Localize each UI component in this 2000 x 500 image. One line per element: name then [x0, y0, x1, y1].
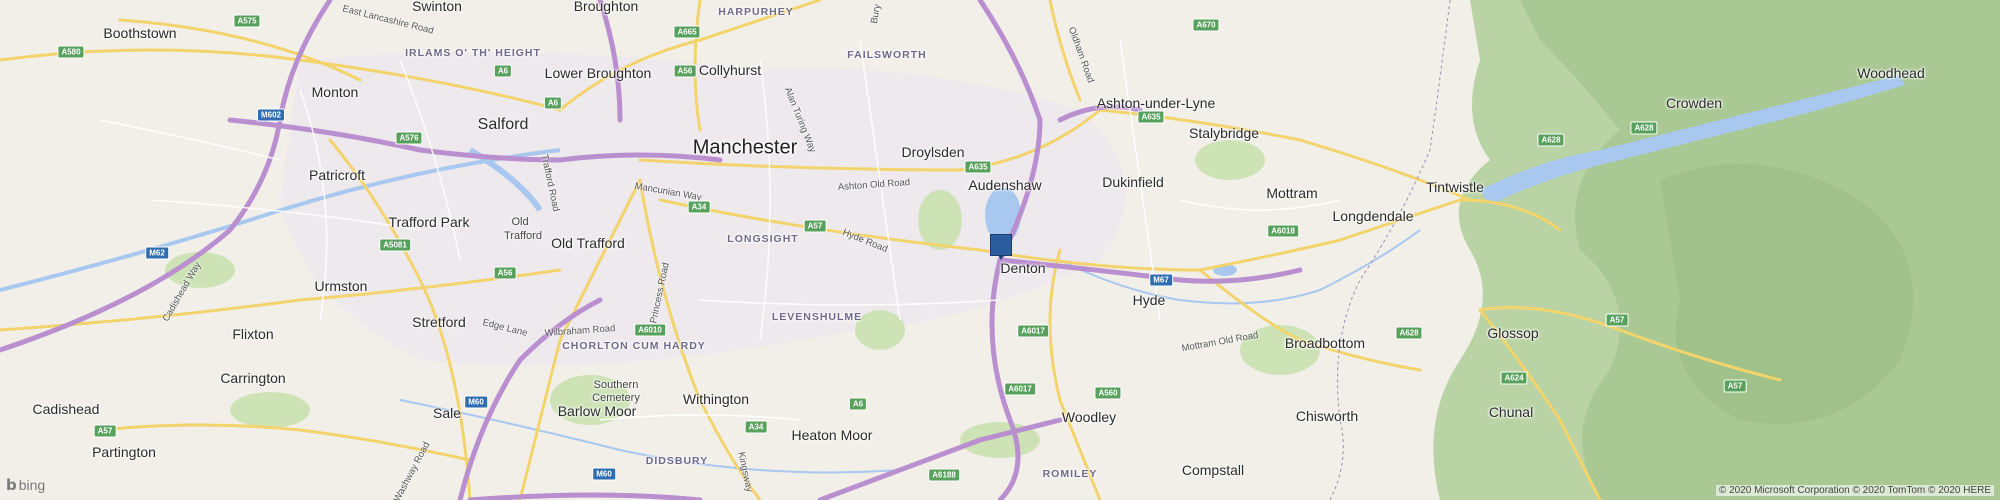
bing-logo[interactable]: b bing: [6, 476, 45, 494]
bing-logo-icon: b: [6, 476, 17, 494]
road-shield-a6-south: A6: [848, 397, 868, 411]
road-shield-a5081: A5081: [379, 238, 411, 252]
road-shield-a57-east: A57: [1723, 379, 1747, 393]
road-shield-a628-west: A628: [1537, 133, 1565, 147]
road-shield-a576: A576: [395, 131, 423, 145]
road-shield-a560: A560: [1094, 386, 1122, 400]
road-shield-a665: A665: [673, 25, 701, 39]
road-shield-a57-glossop: A57: [1605, 313, 1629, 327]
road-shield-a6-north: A6: [493, 64, 513, 78]
road-shield-a6188: A6188: [928, 468, 960, 482]
road-shield-a635-east: A635: [1137, 110, 1165, 124]
location-pin-denton[interactable]: [990, 234, 1012, 260]
road-shield-m60-south: M60: [592, 467, 616, 481]
road-shield-m602: M602: [256, 108, 286, 122]
road-shield-a670: A670: [1192, 18, 1220, 32]
road-shield-a34-city: A34: [687, 200, 711, 214]
road-shield-m60-west: M60: [464, 395, 488, 409]
road-shield-a628-east: A628: [1630, 121, 1658, 135]
map-copyright: © 2020 Microsoft Corporation © 2020 TomT…: [1715, 485, 1994, 496]
road-shield-a635: A635: [964, 160, 992, 174]
road-shield-a580: A580: [57, 45, 85, 59]
road-shield-a6-salford: A6: [543, 96, 563, 110]
road-shield-m62: M62: [145, 246, 169, 260]
road-shield-a6018: A6018: [1267, 224, 1299, 238]
road-shield-a624: A624: [1500, 371, 1528, 385]
road-shield-a575: A575: [233, 14, 261, 28]
road-shield-a56: A56: [493, 266, 517, 280]
road-shield-a6017-south: A6017: [1004, 382, 1036, 396]
road-shield-a34-south: A34: [744, 420, 768, 434]
road-shield-a57: A57: [803, 219, 827, 233]
road-shield-a6010: A6010: [634, 323, 666, 337]
road-shield-m67: M67: [1149, 273, 1173, 287]
road-shield-a628: A628: [1395, 326, 1423, 340]
road-shield-a6017-north: A6017: [1017, 324, 1049, 338]
road-shield-a56-north: A56: [673, 64, 697, 78]
road-shield-a57-partington: A57: [93, 424, 117, 438]
bing-logo-text: bing: [18, 477, 46, 493]
map-view[interactable]: Swinton Broughton HARPURHEY Boothstown I…: [0, 0, 2000, 500]
